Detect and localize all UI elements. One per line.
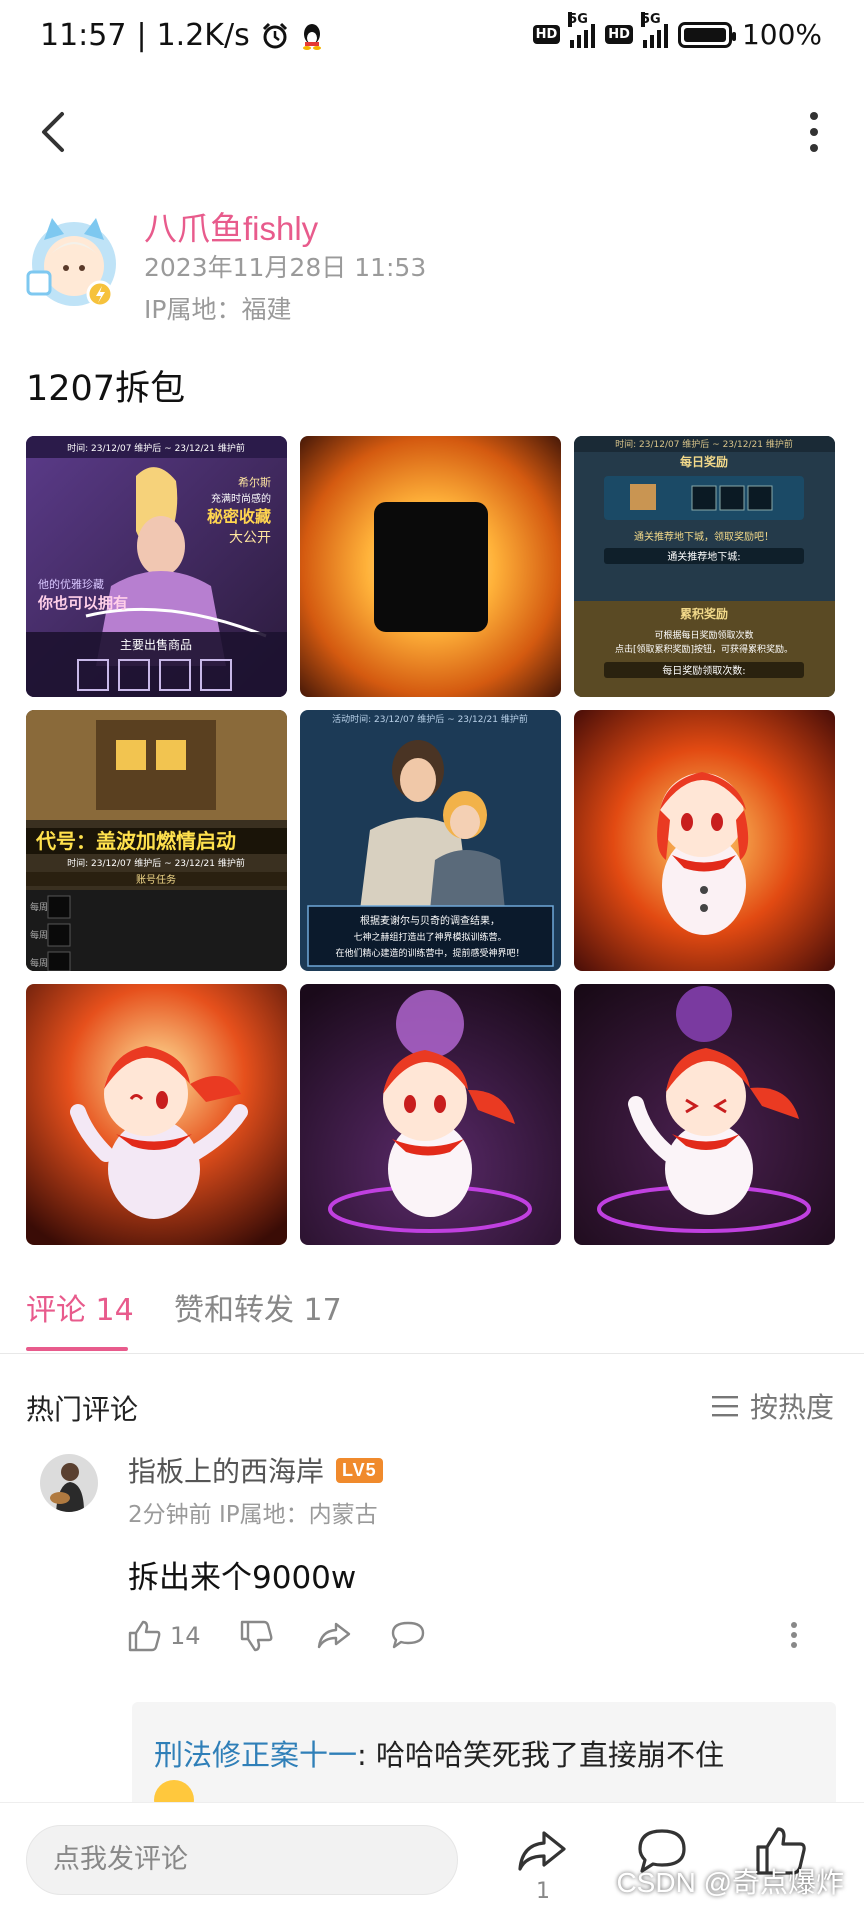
img1-line2: 希尔斯 — [238, 475, 271, 489]
sort-label: 按热度 — [749, 1391, 834, 1424]
img4-row-1: 每周 — [30, 901, 48, 913]
level-badge: LV5 — [336, 1457, 383, 1483]
img5-line4: 在他们精心建造的训练营中，提前感受神界吧！ — [335, 947, 524, 959]
img1-line5: 大公开 — [229, 530, 271, 546]
img1-line1: 时间: 23/12/07 维护后 ~ 23/12/21 维护前 — [67, 442, 245, 454]
commenter-name[interactable]: 指板上的西海岸 — [128, 1450, 324, 1490]
speech-bubble-icon — [391, 1621, 425, 1649]
post-image-7[interactable] — [26, 984, 287, 1245]
battery-icon — [677, 21, 736, 48]
qq-penguin-icon — [302, 23, 321, 50]
hot-comments-title: 热门评论 — [26, 1393, 139, 1426]
comment-actions: 14 — [128, 1620, 818, 1664]
divider — [0, 1353, 864, 1354]
reply-line: 刑法修正案十一: 哈哈哈笑死我了直接崩不住 — [154, 1732, 724, 1774]
repost-count: 1 — [536, 1879, 550, 1904]
list-sort-icon — [711, 1396, 738, 1417]
post-image-1[interactable]: 时间: 23/12/07 维护后 ~ 23/12/21 维护前 希尔斯 充满时尚… — [26, 436, 287, 697]
image-grid: 时间: 23/12/07 维护后 ~ 23/12/21 维护前 希尔斯 充满时尚… — [26, 436, 836, 1245]
status-bar: 11:57 | 1.2K/s HD 5G HD 5G 100% — [0, 0, 864, 80]
post-image-5[interactable]: 活动时间: 23/12/07 维护后 ~ 23/12/21 维护前 根据麦谢尔与… — [300, 710, 561, 971]
comment-like-button[interactable]: 14 — [128, 1620, 201, 1652]
tab-comments[interactable]: 评论 14 — [26, 1285, 134, 1329]
top-bar — [0, 92, 864, 172]
repost-icon[interactable] — [512, 1821, 572, 1881]
reply-username[interactable]: 刑法修正案十一 — [154, 1738, 357, 1772]
tab-likes-reposts[interactable]: 赞和转发 17 — [174, 1285, 342, 1329]
hd-icon-2: HD — [605, 25, 633, 44]
img3-line6: 可根据每日奖励领取次数 — [654, 629, 753, 641]
img4-line2: 时间: 23/12/07 维护后 ~ 23/12/21 维护前 — [67, 857, 245, 869]
img4-line1: 代号：盖波加燃情启动 — [35, 829, 236, 853]
img4-line3: 账号任务 — [136, 873, 176, 886]
hd-icon: HD — [532, 25, 561, 44]
back-arrow-icon[interactable] — [28, 102, 88, 162]
img3-line5: 累积奖励 — [680, 606, 728, 621]
img1-line6: 他的优雅珍藏 — [38, 577, 104, 591]
img4-row-2: 每周 — [30, 929, 48, 941]
reply-content: : 哈哈哈笑死我了直接崩不住 — [357, 1738, 725, 1772]
comment-meta: 2分钟前 IP属地：内蒙古 — [128, 1502, 378, 1528]
post-image-9[interactable] — [574, 984, 835, 1245]
status-left: 11:57 | 1.2K/s — [40, 18, 324, 53]
post-image-6[interactable] — [574, 710, 835, 971]
comment-input[interactable]: 点我发评论 — [26, 1825, 458, 1895]
comment-share-button[interactable] — [316, 1620, 352, 1650]
tab-active-indicator — [26, 1347, 128, 1351]
img4-row-3: 每周 — [30, 957, 48, 969]
post-image-3[interactable]: 时间: 23/12/07 维护后 ~ 23/12/21 维护前 每日奖励 通关推… — [574, 436, 835, 697]
watermark: CSDN @奇点爆炸 — [616, 1867, 844, 1898]
commenter-name-row: 指板上的西海岸 LV5 — [128, 1450, 383, 1490]
bottom-bar: 点我发评论 1 CSDN @奇点爆炸 — [0, 1802, 864, 1920]
img1-line8: 主要出售商品 — [120, 637, 192, 652]
img1-line7: 你也可以拥有 — [37, 594, 128, 612]
img3-line2: 每日奖励 — [680, 454, 728, 469]
alarm-icon — [262, 22, 287, 48]
network-type-2: 5G — [640, 11, 661, 27]
comment-dislike-button[interactable] — [240, 1620, 274, 1652]
sort-button[interactable]: 按热度 — [711, 1386, 834, 1426]
img3-line7: 点击[领取累积奖励]按钮，可获得累积奖励。 — [615, 643, 793, 655]
status-time: 11:57 — [40, 18, 127, 53]
img3-line4: 通关推荐地下城: — [667, 550, 740, 563]
status-separator: | — [136, 18, 147, 53]
img3-line8: 每日奖励领取次数: — [662, 664, 745, 677]
img5-line1: 活动时间: 23/12/07 维护后 ~ 23/12/21 维护前 — [332, 713, 528, 725]
img3-line1: 时间: 23/12/07 维护后 ~ 23/12/21 维护前 — [615, 438, 793, 450]
img1-line3: 充满时尚感的 — [211, 492, 271, 505]
signal-icon: 5G — [568, 11, 596, 48]
battery-level: 100% — [741, 18, 822, 51]
img5-line2: 根据麦谢尔与贝奇的调查结果， — [360, 914, 500, 927]
post-image-8[interactable] — [300, 984, 561, 1245]
post-text: 1207拆包 — [26, 369, 186, 409]
status-speed: 1.2K/s — [156, 18, 250, 53]
post-image-4[interactable]: 代号：盖波加燃情启动 时间: 23/12/07 维护后 ~ 23/12/21 维… — [26, 710, 287, 971]
img3-line3: 通关推荐地下城，领取奖励吧！ — [634, 530, 774, 543]
status-right: HD 5G HD 5G 100% — [532, 11, 822, 51]
img5-line3: 七神之赫组打造出了神界模拟训练营。 — [353, 931, 506, 943]
img1-line4: 秘密收藏 — [207, 507, 271, 526]
author-name[interactable]: 八爪鱼fishly — [144, 202, 318, 250]
comment-more-button[interactable] — [788, 1620, 800, 1650]
signal-icon-2: 5G — [640, 11, 668, 48]
commenter-avatar[interactable] — [40, 1454, 98, 1512]
thumbs-down-icon — [240, 1620, 273, 1652]
share-icon — [317, 1622, 351, 1649]
post-datetime: 2023年11月28日 11:53 — [144, 253, 427, 282]
post-image-2[interactable] — [300, 436, 561, 697]
network-type: 5G — [568, 11, 588, 27]
comment-reply-button[interactable] — [390, 1620, 426, 1650]
author-avatar[interactable] — [22, 210, 126, 314]
comment-like-count: 14 — [170, 1622, 201, 1650]
more-options-icon[interactable] — [794, 102, 834, 162]
post-ip-location: IP属地：福建 — [144, 295, 292, 324]
thumbs-up-icon — [128, 1620, 161, 1652]
comment-text: 拆出来个9000w — [128, 1560, 357, 1596]
more-vertical-icon — [791, 1622, 797, 1648]
